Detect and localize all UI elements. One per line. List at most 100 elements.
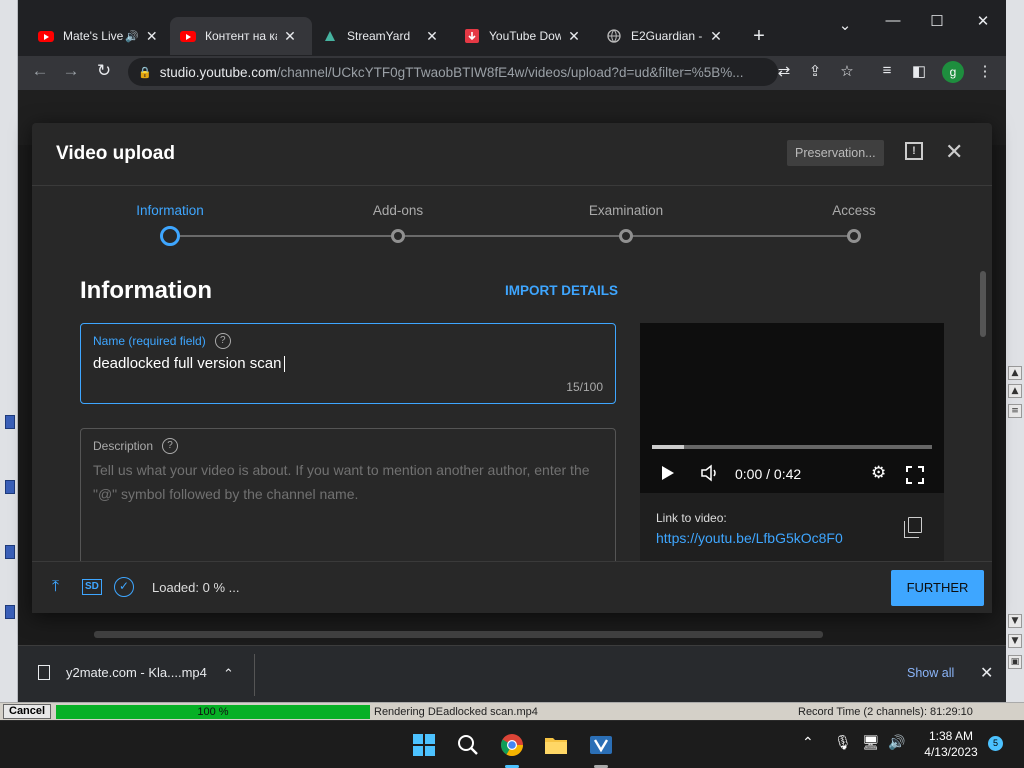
tab-content[interactable]: Контент на ка ✕: [170, 17, 312, 55]
video-preview[interactable]: 0:00 / 0:42 ⚙: [640, 323, 944, 493]
maximize-icon[interactable]: ☐: [922, 12, 952, 30]
file-explorer-icon[interactable]: [542, 731, 570, 759]
step-dot-access[interactable]: [847, 229, 861, 243]
close-window-icon[interactable]: ✕: [968, 12, 998, 30]
file-icon: [38, 665, 50, 680]
scroll-down-icon[interactable]: ▼: [1008, 614, 1022, 628]
side-panel-icon[interactable]: ◧: [908, 62, 930, 80]
vegas-taskbar-icon[interactable]: [587, 731, 615, 759]
description-field[interactable]: Description? Tell us what your video is …: [80, 428, 616, 568]
url-domain: studio.youtube.com: [159, 64, 277, 80]
tab-close-icon[interactable]: ✕: [425, 28, 439, 45]
play-icon[interactable]: [660, 464, 676, 482]
download-item[interactable]: y2mate.com - Kla....mp4: [38, 665, 207, 680]
title-input[interactable]: deadlocked full version scan: [93, 355, 286, 373]
step-dot-information[interactable]: [160, 226, 180, 246]
reload-icon[interactable]: ↻: [92, 61, 116, 81]
menu-icon[interactable]: ⋮: [974, 62, 996, 80]
scroll-thumb[interactable]: ≡: [1008, 404, 1022, 418]
video-upload-dialog: Video upload Preservation... ! ✕ Informa…: [32, 123, 992, 613]
import-details-button[interactable]: IMPORT DETAILS: [505, 283, 618, 298]
tab-close-icon[interactable]: ✕: [283, 28, 297, 45]
download-bar: y2mate.com - Kla....mp4 ⌃ Show all ✕: [18, 645, 1006, 702]
vegas-track-icon[interactable]: [5, 605, 15, 619]
step-add-ons[interactable]: Add-ons: [338, 203, 458, 218]
step-access[interactable]: Access: [794, 203, 914, 218]
bookmark-star-icon[interactable]: ☆: [836, 62, 858, 80]
minimize-icon[interactable]: —: [878, 12, 908, 29]
video-link[interactable]: https://youtu.be/LfbG5kOc8F0: [656, 530, 843, 546]
close-dialog-icon[interactable]: ✕: [945, 139, 963, 165]
stepper-line: [170, 235, 854, 237]
vegas-left-strip: [0, 0, 18, 720]
fullscreen-icon[interactable]: [906, 466, 924, 484]
start-button[interactable]: [410, 731, 438, 759]
scroll-handle[interactable]: ▣: [1008, 655, 1022, 669]
sd-badge: SD: [82, 579, 102, 595]
clock[interactable]: 1:38 AM 4/13/2023: [916, 728, 986, 760]
vegas-track-icon[interactable]: [5, 545, 15, 559]
page-horizontal-scrollbar[interactable]: [94, 631, 823, 638]
translate-icon[interactable]: ⇄: [773, 62, 795, 80]
notification-badge[interactable]: 5: [988, 736, 1003, 751]
chrome-taskbar-icon[interactable]: [498, 731, 526, 759]
volume-icon[interactable]: [700, 464, 720, 482]
record-time: Record Time (2 channels): 81:29:10: [798, 706, 973, 718]
upload-status: Loaded: 0 % ...: [152, 580, 240, 595]
chevron-up-icon[interactable]: ⌃: [223, 666, 234, 682]
video-time: 0:00 / 0:42: [735, 466, 802, 482]
tab-youtube-downloader[interactable]: YouTube Dow ✕: [454, 17, 596, 55]
cancel-render-button[interactable]: Cancel: [3, 704, 52, 719]
video-progress-bar[interactable]: [652, 445, 932, 449]
tab-close-icon[interactable]: ✕: [567, 28, 581, 45]
step-examination[interactable]: Examination: [566, 203, 686, 218]
description-label: Description?: [93, 438, 179, 454]
tab-close-icon[interactable]: ✕: [709, 28, 723, 45]
copy-icon[interactable]: [904, 517, 922, 538]
tab-mates-live[interactable]: Mate's Live 🔊 ✕: [28, 17, 170, 55]
further-button[interactable]: FURTHER: [891, 570, 984, 606]
tab-close-icon[interactable]: ✕: [145, 28, 159, 45]
title-field[interactable]: Name (required field)? deadlocked full v…: [80, 323, 616, 404]
tab-streamyard[interactable]: StreamYard ✕: [312, 17, 454, 55]
preservation-button[interactable]: Preservation...: [787, 140, 884, 166]
scroll-down-icon[interactable]: ▼: [1008, 634, 1022, 648]
link-label: Link to video:: [656, 511, 727, 525]
scroll-up-icon[interactable]: ▲: [1008, 366, 1022, 380]
share-icon[interactable]: ⇪: [804, 62, 826, 80]
streamyard-icon: [322, 28, 338, 44]
speaker-icon: 🔊: [125, 30, 139, 43]
help-icon[interactable]: ?: [214, 333, 231, 349]
show-all-link[interactable]: Show all: [907, 666, 954, 680]
microphone-icon[interactable]: 🎙: [834, 734, 852, 751]
search-icon[interactable]: [454, 731, 482, 759]
back-icon[interactable]: ←: [28, 61, 52, 81]
vegas-track-icon[interactable]: [5, 415, 15, 429]
tray-chevron-icon[interactable]: ⌃: [802, 734, 814, 751]
section-title: Information: [80, 277, 212, 304]
scroll-up-icon[interactable]: ▲: [1008, 384, 1022, 398]
help-icon[interactable]: ?: [162, 438, 179, 454]
tab-search-icon[interactable]: ⌄: [830, 16, 860, 34]
vegas-track-icon[interactable]: [5, 480, 15, 494]
address-bar[interactable]: 🔒 studio.youtube.com/channel/UCkcYTF0gTT…: [128, 58, 778, 86]
volume-tray-icon[interactable]: 🔊: [888, 734, 905, 751]
render-status: Rendering DEadlocked scan.mp4: [374, 706, 538, 718]
globe-icon: [606, 28, 622, 44]
feedback-icon[interactable]: !: [905, 142, 923, 160]
profile-avatar[interactable]: g: [942, 61, 964, 83]
tab-e2guardian[interactable]: E2Guardian - A ✕: [596, 17, 738, 55]
description-placeholder: Tell us what your video is about. If you…: [93, 462, 590, 502]
tab-strip: Mate's Live 🔊 ✕ Контент на ка ✕ StreamYa…: [18, 0, 1006, 56]
step-dot-add-ons[interactable]: [391, 229, 405, 243]
title-label: Name (required field)?: [93, 333, 231, 349]
dialog-scrollbar[interactable]: [980, 271, 986, 337]
new-tab-button[interactable]: +: [744, 25, 774, 48]
step-dot-examination[interactable]: [619, 229, 633, 243]
forward-icon[interactable]: →: [59, 61, 83, 81]
step-information[interactable]: Information: [110, 203, 230, 218]
network-icon[interactable]: 🖥: [862, 734, 880, 751]
media-control-icon[interactable]: ≡: [876, 62, 898, 79]
close-download-bar-icon[interactable]: ✕: [980, 663, 993, 683]
settings-gear-icon[interactable]: ⚙: [871, 463, 886, 483]
